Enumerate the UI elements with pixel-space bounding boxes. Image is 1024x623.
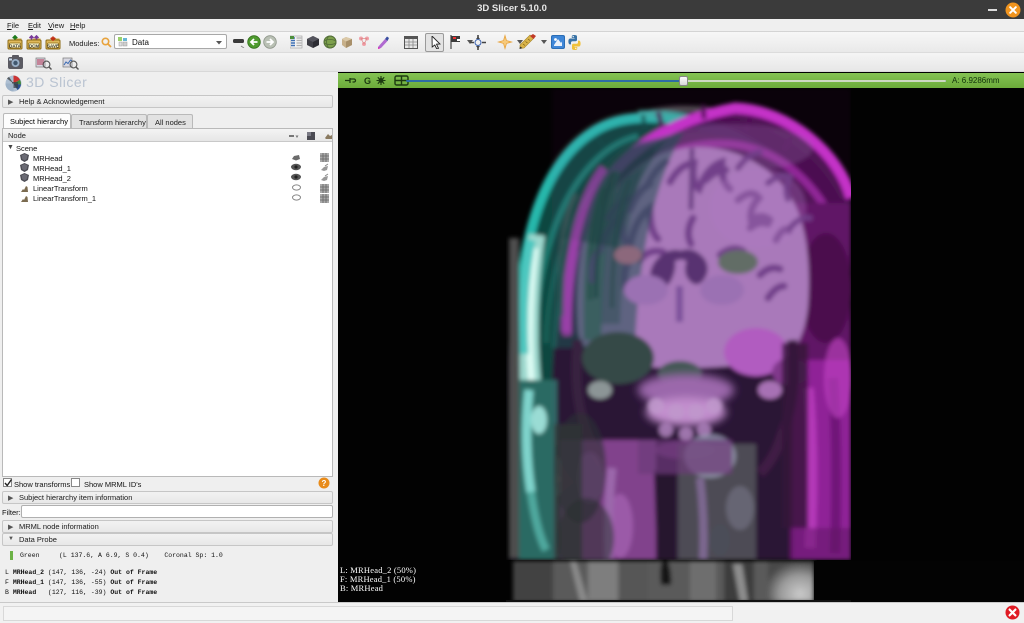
svg-text:?: ? [322,479,327,488]
svg-text:G: G [364,76,371,86]
svg-text:DCM: DCM [29,44,39,49]
svg-text:DATA: DATA [9,44,22,49]
svg-text:SAVE: SAVE [47,44,59,49]
